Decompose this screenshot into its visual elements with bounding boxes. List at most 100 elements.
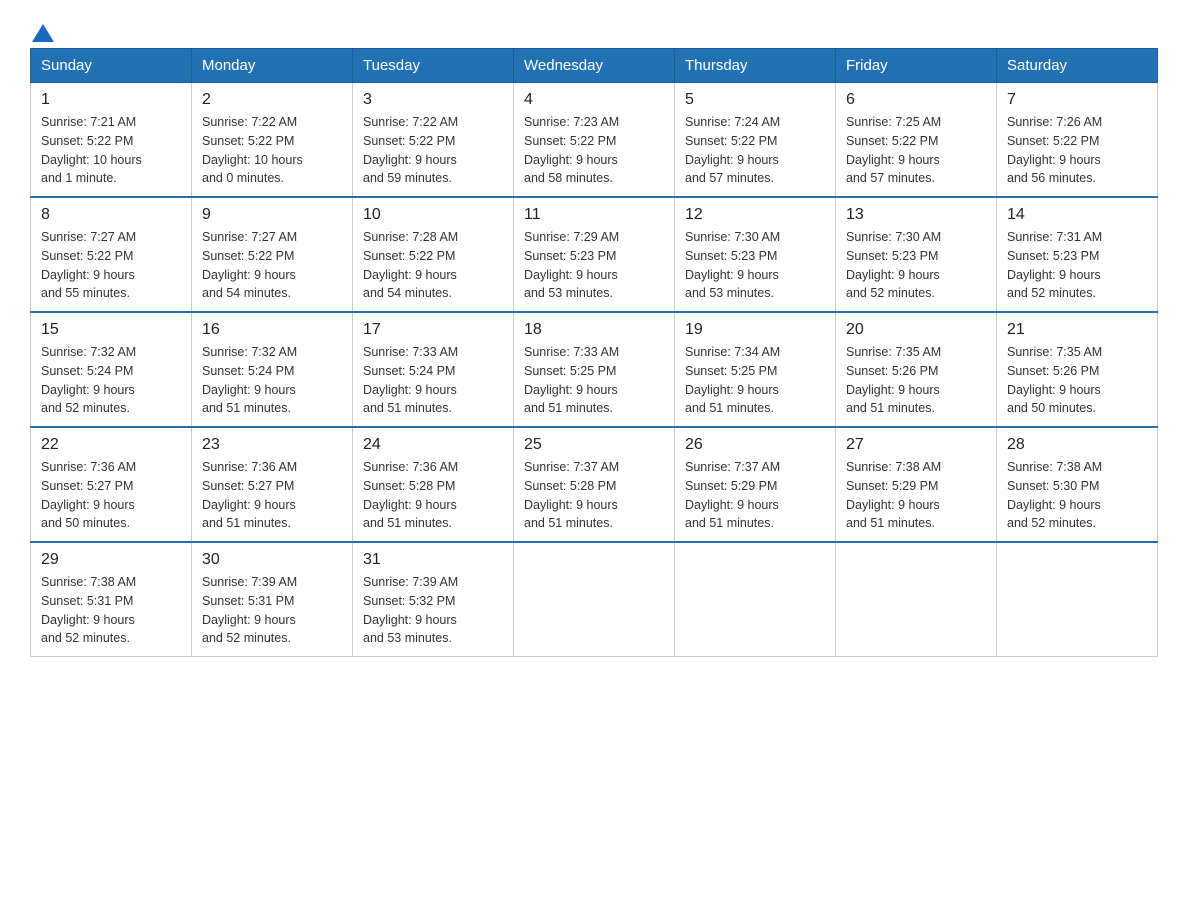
calendar-week-2: 8 Sunrise: 7:27 AMSunset: 5:22 PMDayligh… — [31, 197, 1158, 312]
day-info: Sunrise: 7:38 AMSunset: 5:29 PMDaylight:… — [846, 458, 986, 533]
calendar-cell: 9 Sunrise: 7:27 AMSunset: 5:22 PMDayligh… — [192, 197, 353, 312]
calendar-cell: 15 Sunrise: 7:32 AMSunset: 5:24 PMDaylig… — [31, 312, 192, 427]
day-number: 5 — [685, 91, 825, 109]
calendar-cell: 20 Sunrise: 7:35 AMSunset: 5:26 PMDaylig… — [836, 312, 997, 427]
calendar-cell: 11 Sunrise: 7:29 AMSunset: 5:23 PMDaylig… — [514, 197, 675, 312]
day-info: Sunrise: 7:26 AMSunset: 5:22 PMDaylight:… — [1007, 113, 1147, 188]
day-number: 14 — [1007, 206, 1147, 224]
day-info: Sunrise: 7:35 AMSunset: 5:26 PMDaylight:… — [1007, 343, 1147, 418]
calendar-cell: 22 Sunrise: 7:36 AMSunset: 5:27 PMDaylig… — [31, 427, 192, 542]
day-number: 11 — [524, 206, 664, 224]
day-number: 12 — [685, 206, 825, 224]
header-saturday: Saturday — [997, 49, 1158, 83]
calendar-cell: 18 Sunrise: 7:33 AMSunset: 5:25 PMDaylig… — [514, 312, 675, 427]
day-info: Sunrise: 7:36 AMSunset: 5:27 PMDaylight:… — [41, 458, 181, 533]
calendar-cell: 16 Sunrise: 7:32 AMSunset: 5:24 PMDaylig… — [192, 312, 353, 427]
header-thursday: Thursday — [675, 49, 836, 83]
day-info: Sunrise: 7:36 AMSunset: 5:27 PMDaylight:… — [202, 458, 342, 533]
day-info: Sunrise: 7:31 AMSunset: 5:23 PMDaylight:… — [1007, 228, 1147, 303]
day-number: 20 — [846, 321, 986, 339]
calendar-cell: 28 Sunrise: 7:38 AMSunset: 5:30 PMDaylig… — [997, 427, 1158, 542]
day-number: 24 — [363, 436, 503, 454]
calendar-header-row: SundayMondayTuesdayWednesdayThursdayFrid… — [31, 49, 1158, 83]
day-number: 21 — [1007, 321, 1147, 339]
day-number: 25 — [524, 436, 664, 454]
logo — [30, 20, 54, 38]
calendar-cell: 17 Sunrise: 7:33 AMSunset: 5:24 PMDaylig… — [353, 312, 514, 427]
calendar-cell: 1 Sunrise: 7:21 AMSunset: 5:22 PMDayligh… — [31, 83, 192, 198]
day-info: Sunrise: 7:27 AMSunset: 5:22 PMDaylight:… — [41, 228, 181, 303]
calendar-cell: 3 Sunrise: 7:22 AMSunset: 5:22 PMDayligh… — [353, 83, 514, 198]
calendar-cell — [675, 542, 836, 657]
day-number: 18 — [524, 321, 664, 339]
day-number: 7 — [1007, 91, 1147, 109]
calendar-week-1: 1 Sunrise: 7:21 AMSunset: 5:22 PMDayligh… — [31, 83, 1158, 198]
logo-triangle-icon — [32, 22, 54, 44]
day-number: 3 — [363, 91, 503, 109]
calendar-cell: 13 Sunrise: 7:30 AMSunset: 5:23 PMDaylig… — [836, 197, 997, 312]
day-number: 13 — [846, 206, 986, 224]
day-info: Sunrise: 7:33 AMSunset: 5:24 PMDaylight:… — [363, 343, 503, 418]
day-info: Sunrise: 7:32 AMSunset: 5:24 PMDaylight:… — [41, 343, 181, 418]
day-number: 26 — [685, 436, 825, 454]
day-info: Sunrise: 7:29 AMSunset: 5:23 PMDaylight:… — [524, 228, 664, 303]
calendar-cell: 2 Sunrise: 7:22 AMSunset: 5:22 PMDayligh… — [192, 83, 353, 198]
day-info: Sunrise: 7:36 AMSunset: 5:28 PMDaylight:… — [363, 458, 503, 533]
day-info: Sunrise: 7:37 AMSunset: 5:28 PMDaylight:… — [524, 458, 664, 533]
day-info: Sunrise: 7:28 AMSunset: 5:22 PMDaylight:… — [363, 228, 503, 303]
calendar-cell: 31 Sunrise: 7:39 AMSunset: 5:32 PMDaylig… — [353, 542, 514, 657]
day-number: 16 — [202, 321, 342, 339]
header-wednesday: Wednesday — [514, 49, 675, 83]
calendar-week-5: 29 Sunrise: 7:38 AMSunset: 5:31 PMDaylig… — [31, 542, 1158, 657]
header-monday: Monday — [192, 49, 353, 83]
day-number: 22 — [41, 436, 181, 454]
day-info: Sunrise: 7:34 AMSunset: 5:25 PMDaylight:… — [685, 343, 825, 418]
day-info: Sunrise: 7:33 AMSunset: 5:25 PMDaylight:… — [524, 343, 664, 418]
calendar-cell: 24 Sunrise: 7:36 AMSunset: 5:28 PMDaylig… — [353, 427, 514, 542]
day-info: Sunrise: 7:25 AMSunset: 5:22 PMDaylight:… — [846, 113, 986, 188]
header-friday: Friday — [836, 49, 997, 83]
day-number: 6 — [846, 91, 986, 109]
calendar-table: SundayMondayTuesdayWednesdayThursdayFrid… — [30, 48, 1158, 657]
calendar-cell: 14 Sunrise: 7:31 AMSunset: 5:23 PMDaylig… — [997, 197, 1158, 312]
day-info: Sunrise: 7:39 AMSunset: 5:32 PMDaylight:… — [363, 573, 503, 648]
calendar-cell: 12 Sunrise: 7:30 AMSunset: 5:23 PMDaylig… — [675, 197, 836, 312]
calendar-cell — [836, 542, 997, 657]
day-info: Sunrise: 7:30 AMSunset: 5:23 PMDaylight:… — [685, 228, 825, 303]
day-info: Sunrise: 7:30 AMSunset: 5:23 PMDaylight:… — [846, 228, 986, 303]
day-number: 2 — [202, 91, 342, 109]
day-info: Sunrise: 7:38 AMSunset: 5:30 PMDaylight:… — [1007, 458, 1147, 533]
header-sunday: Sunday — [31, 49, 192, 83]
calendar-cell: 26 Sunrise: 7:37 AMSunset: 5:29 PMDaylig… — [675, 427, 836, 542]
calendar-cell — [997, 542, 1158, 657]
calendar-cell: 23 Sunrise: 7:36 AMSunset: 5:27 PMDaylig… — [192, 427, 353, 542]
day-number: 27 — [846, 436, 986, 454]
day-info: Sunrise: 7:37 AMSunset: 5:29 PMDaylight:… — [685, 458, 825, 533]
calendar-cell: 7 Sunrise: 7:26 AMSunset: 5:22 PMDayligh… — [997, 83, 1158, 198]
day-info: Sunrise: 7:22 AMSunset: 5:22 PMDaylight:… — [202, 113, 342, 188]
day-info: Sunrise: 7:39 AMSunset: 5:31 PMDaylight:… — [202, 573, 342, 648]
calendar-cell: 27 Sunrise: 7:38 AMSunset: 5:29 PMDaylig… — [836, 427, 997, 542]
calendar-cell: 29 Sunrise: 7:38 AMSunset: 5:31 PMDaylig… — [31, 542, 192, 657]
calendar-week-3: 15 Sunrise: 7:32 AMSunset: 5:24 PMDaylig… — [31, 312, 1158, 427]
day-number: 1 — [41, 91, 181, 109]
calendar-cell: 5 Sunrise: 7:24 AMSunset: 5:22 PMDayligh… — [675, 83, 836, 198]
day-info: Sunrise: 7:21 AMSunset: 5:22 PMDaylight:… — [41, 113, 181, 188]
day-number: 17 — [363, 321, 503, 339]
day-info: Sunrise: 7:38 AMSunset: 5:31 PMDaylight:… — [41, 573, 181, 648]
calendar-cell: 10 Sunrise: 7:28 AMSunset: 5:22 PMDaylig… — [353, 197, 514, 312]
calendar-cell — [514, 542, 675, 657]
day-number: 31 — [363, 551, 503, 569]
calendar-cell: 21 Sunrise: 7:35 AMSunset: 5:26 PMDaylig… — [997, 312, 1158, 427]
day-number: 23 — [202, 436, 342, 454]
day-number: 10 — [363, 206, 503, 224]
day-number: 29 — [41, 551, 181, 569]
day-info: Sunrise: 7:24 AMSunset: 5:22 PMDaylight:… — [685, 113, 825, 188]
day-info: Sunrise: 7:32 AMSunset: 5:24 PMDaylight:… — [202, 343, 342, 418]
calendar-cell: 8 Sunrise: 7:27 AMSunset: 5:22 PMDayligh… — [31, 197, 192, 312]
calendar-cell: 25 Sunrise: 7:37 AMSunset: 5:28 PMDaylig… — [514, 427, 675, 542]
day-info: Sunrise: 7:35 AMSunset: 5:26 PMDaylight:… — [846, 343, 986, 418]
day-info: Sunrise: 7:27 AMSunset: 5:22 PMDaylight:… — [202, 228, 342, 303]
day-number: 8 — [41, 206, 181, 224]
calendar-cell: 19 Sunrise: 7:34 AMSunset: 5:25 PMDaylig… — [675, 312, 836, 427]
